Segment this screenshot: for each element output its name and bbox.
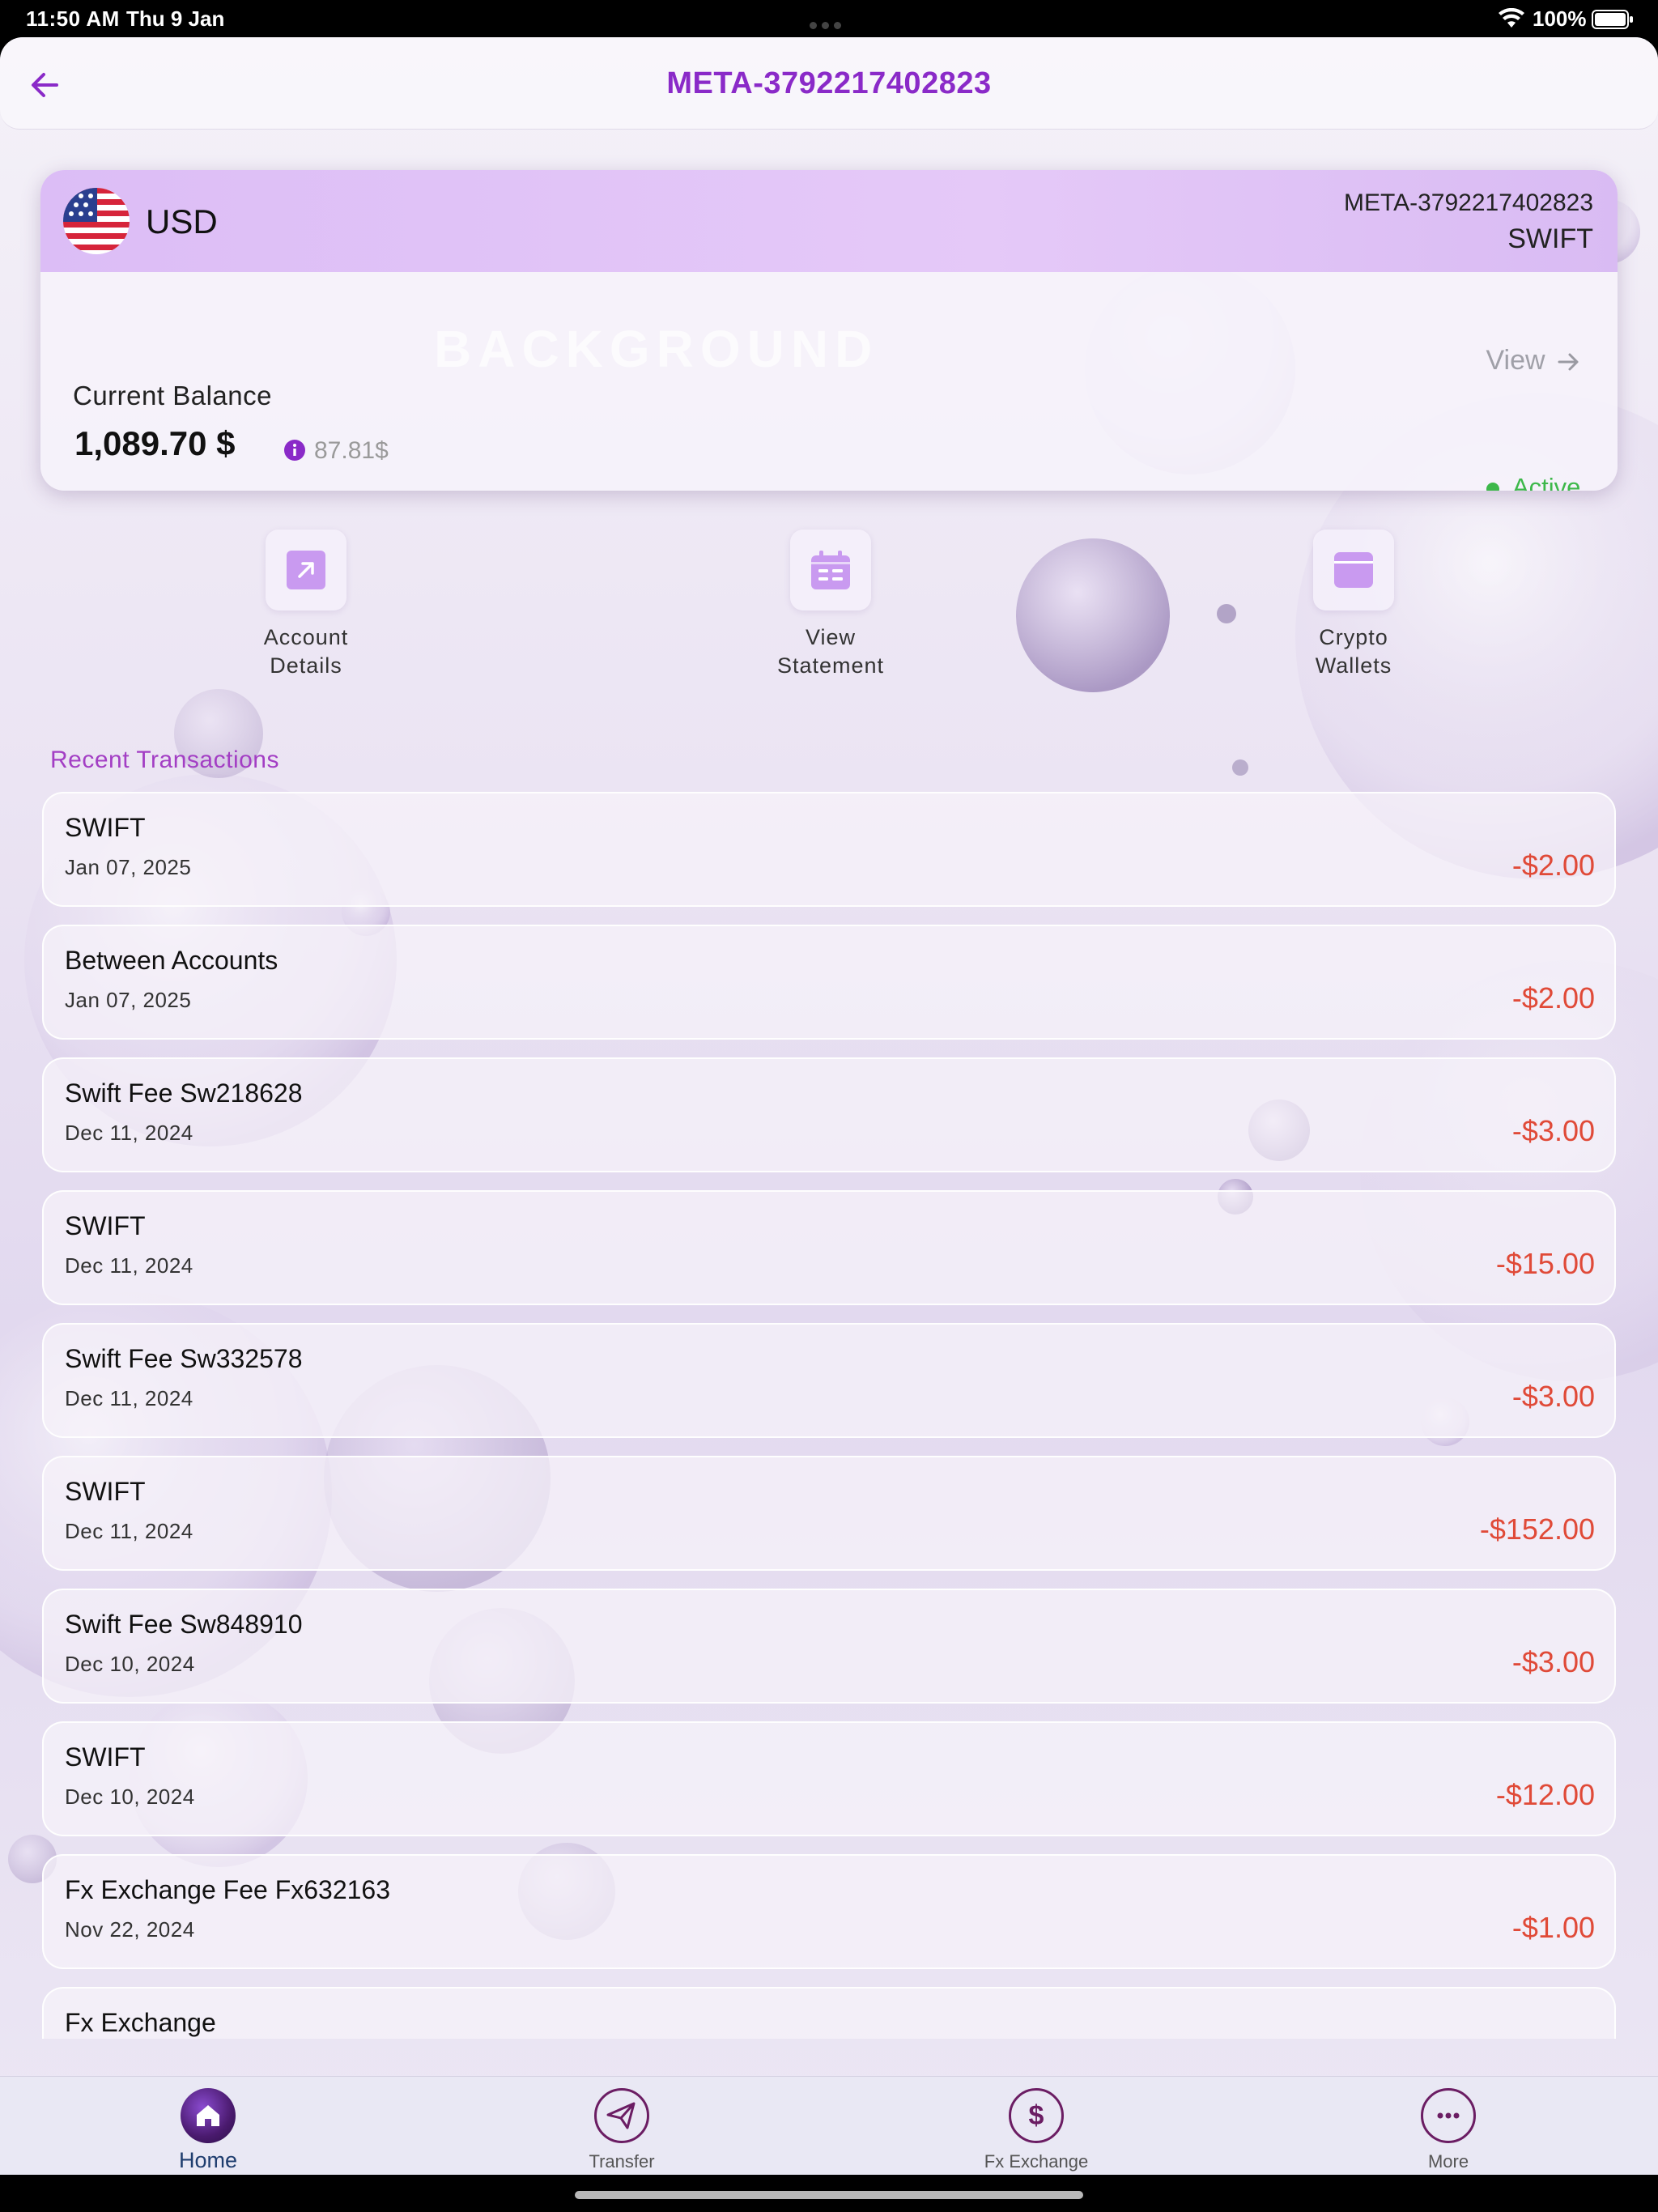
action-tile xyxy=(266,530,346,610)
transaction-name: Swift Fee Sw848910 xyxy=(65,1610,303,1639)
tab-more[interactable]: More xyxy=(1351,2077,1545,2175)
transaction-date: Nov 22, 2024 xyxy=(65,1917,195,1942)
battery-percent: 100% xyxy=(1533,6,1587,31)
page-title: META-3792217402823 xyxy=(666,66,992,100)
card-watermark: BACKGROUND xyxy=(434,320,879,378)
top-navigation-bar: META-3792217402823 xyxy=(0,37,1658,130)
account-details-button[interactable]: Account Details xyxy=(201,530,411,680)
wallet-icon xyxy=(1334,552,1373,588)
app-screen: META-3792217402823 USD META-379221740282… xyxy=(0,37,1658,2175)
view-statement-button[interactable]: View Statement xyxy=(725,530,936,680)
status-dot-icon xyxy=(1486,483,1499,491)
transaction-amount: -$152.00 xyxy=(1479,1512,1595,1546)
status-time: 11:50 AM xyxy=(26,6,120,31)
transaction-name: Swift Fee Sw332578 xyxy=(65,1344,303,1373)
wifi-icon xyxy=(1499,8,1524,28)
balance-value: 1,089.70 $ xyxy=(74,424,236,462)
tab-transfer[interactable]: Transfer xyxy=(525,2077,719,2175)
tab-home[interactable]: Home xyxy=(111,2077,305,2175)
action-tile xyxy=(790,530,871,610)
account-card[interactable]: USD META-3792217402823 SWIFT BACKGROUND … xyxy=(40,170,1618,491)
transaction-row[interactable]: SWIFT Dec 10, 2024 -$12.00 xyxy=(42,1721,1616,1836)
currency-code: USD xyxy=(146,202,218,240)
bottom-tab-bar: Home Transfer $ Fx Exchange More xyxy=(0,2076,1658,2175)
dollar-icon: $ xyxy=(1009,2088,1064,2143)
transaction-amount: -$1.00 xyxy=(1511,1911,1595,1944)
transaction-name: Fx Exchange Fee Fx632163 xyxy=(65,1875,391,1904)
transaction-name: SWIFT xyxy=(65,1742,146,1772)
transaction-amount: -$3.00 xyxy=(1511,1645,1595,1678)
arrow-up-right-icon xyxy=(287,551,325,589)
tab-label: Transfer xyxy=(589,2151,655,2172)
transaction-date: Dec 11, 2024 xyxy=(65,1253,193,1278)
recent-transactions-title: Recent Transactions xyxy=(50,747,279,773)
transaction-row[interactable]: Swift Fee Sw332578 Dec 11, 2024 -$3.00 xyxy=(42,1323,1616,1438)
crypto-wallets-button[interactable]: Crypto Wallets xyxy=(1248,530,1459,680)
more-icon xyxy=(1421,2088,1476,2143)
battery-icon xyxy=(1592,10,1633,29)
home-indicator-bar[interactable] xyxy=(575,2191,1083,2199)
transaction-row[interactable]: SWIFT Dec 11, 2024 -$152.00 xyxy=(42,1456,1616,1571)
transaction-date: Dec 10, 2024 xyxy=(65,1784,195,1809)
transaction-row[interactable]: Fx Exchange Fee Fx632163 Nov 22, 2024 -$… xyxy=(42,1854,1616,1969)
transaction-name: Between Accounts xyxy=(65,946,278,975)
account-status: Active xyxy=(1512,473,1581,491)
transaction-list[interactable]: SWIFT Jan 07, 2025 -$2.00 Between Accoun… xyxy=(42,792,1616,2039)
home-indicator xyxy=(0,2175,1658,2212)
transaction-date: Jan 07, 2025 xyxy=(65,988,192,1012)
transaction-name: Swift Fee Sw218628 xyxy=(65,1078,303,1108)
account-network: SWIFT xyxy=(1507,223,1593,254)
transaction-row[interactable]: Between Accounts Jan 07, 2025 -$2.00 xyxy=(42,925,1616,1040)
transaction-date: Jan 07, 2025 xyxy=(65,855,192,879)
action-label: Crypto Wallets xyxy=(1315,625,1392,678)
transaction-amount: -$2.00 xyxy=(1511,981,1595,1015)
transaction-amount: -$12.00 xyxy=(1495,1778,1595,1811)
status-bar: 11:50 AM Thu 9 Jan 100% xyxy=(0,0,1658,37)
transaction-date: Dec 10, 2024 xyxy=(65,1652,195,1676)
action-label: View Statement xyxy=(776,625,885,678)
secondary-balance: 87.81$ xyxy=(314,437,389,464)
transaction-amount: -$15.00 xyxy=(1495,1247,1595,1280)
balance-label: Current Balance xyxy=(73,381,272,410)
transaction-date: Dec 11, 2024 xyxy=(65,1386,193,1410)
tab-label: Home xyxy=(178,2148,238,2172)
transaction-date: Dec 11, 2024 xyxy=(65,1519,193,1543)
tab-label: Fx Exchange xyxy=(984,2151,1089,2172)
tab-fx-exchange[interactable]: $ Fx Exchange xyxy=(939,2077,1133,2175)
action-label: Account Details xyxy=(263,625,349,678)
svg-text:$: $ xyxy=(1029,2100,1044,2131)
transaction-amount: -$3.00 xyxy=(1511,1380,1595,1413)
calendar-icon xyxy=(811,551,850,589)
view-label: View xyxy=(1486,345,1545,376)
view-account-link[interactable]: View xyxy=(1486,345,1582,376)
transaction-row[interactable]: Swift Fee Sw848910 Dec 10, 2024 -$3.00 xyxy=(42,1589,1616,1704)
info-icon[interactable] xyxy=(283,439,306,462)
transaction-row[interactable]: Swift Fee Sw218628 Dec 11, 2024 -$3.00 xyxy=(42,1057,1616,1172)
transaction-name: SWIFT xyxy=(65,1477,146,1506)
transaction-row[interactable]: SWIFT Dec 11, 2024 -$15.00 xyxy=(42,1190,1616,1305)
paper-plane-icon xyxy=(594,2088,649,2143)
tab-label: More xyxy=(1427,2151,1469,2172)
transaction-amount: -$3.00 xyxy=(1511,1114,1595,1147)
multitasking-dots-icon[interactable] xyxy=(810,10,848,29)
transaction-name: SWIFT xyxy=(65,813,146,842)
arrow-right-icon xyxy=(1558,353,1579,371)
home-icon xyxy=(181,2088,236,2143)
transaction-amount: -$2.00 xyxy=(1511,849,1595,882)
us-flag-icon xyxy=(63,188,130,254)
transaction-name: Fx Exchange xyxy=(65,2008,216,2037)
account-card-header: USD META-3792217402823 SWIFT xyxy=(40,170,1618,272)
transaction-row[interactable]: Fx Exchange xyxy=(42,1987,1616,2039)
action-tile xyxy=(1313,530,1394,610)
status-date: Thu 9 Jan xyxy=(126,6,225,31)
transaction-name: SWIFT xyxy=(65,1211,146,1240)
transaction-row[interactable]: SWIFT Jan 07, 2025 -$2.00 xyxy=(42,792,1616,907)
transaction-date: Dec 11, 2024 xyxy=(65,1121,193,1145)
account-number: META-3792217402823 xyxy=(1344,189,1593,216)
